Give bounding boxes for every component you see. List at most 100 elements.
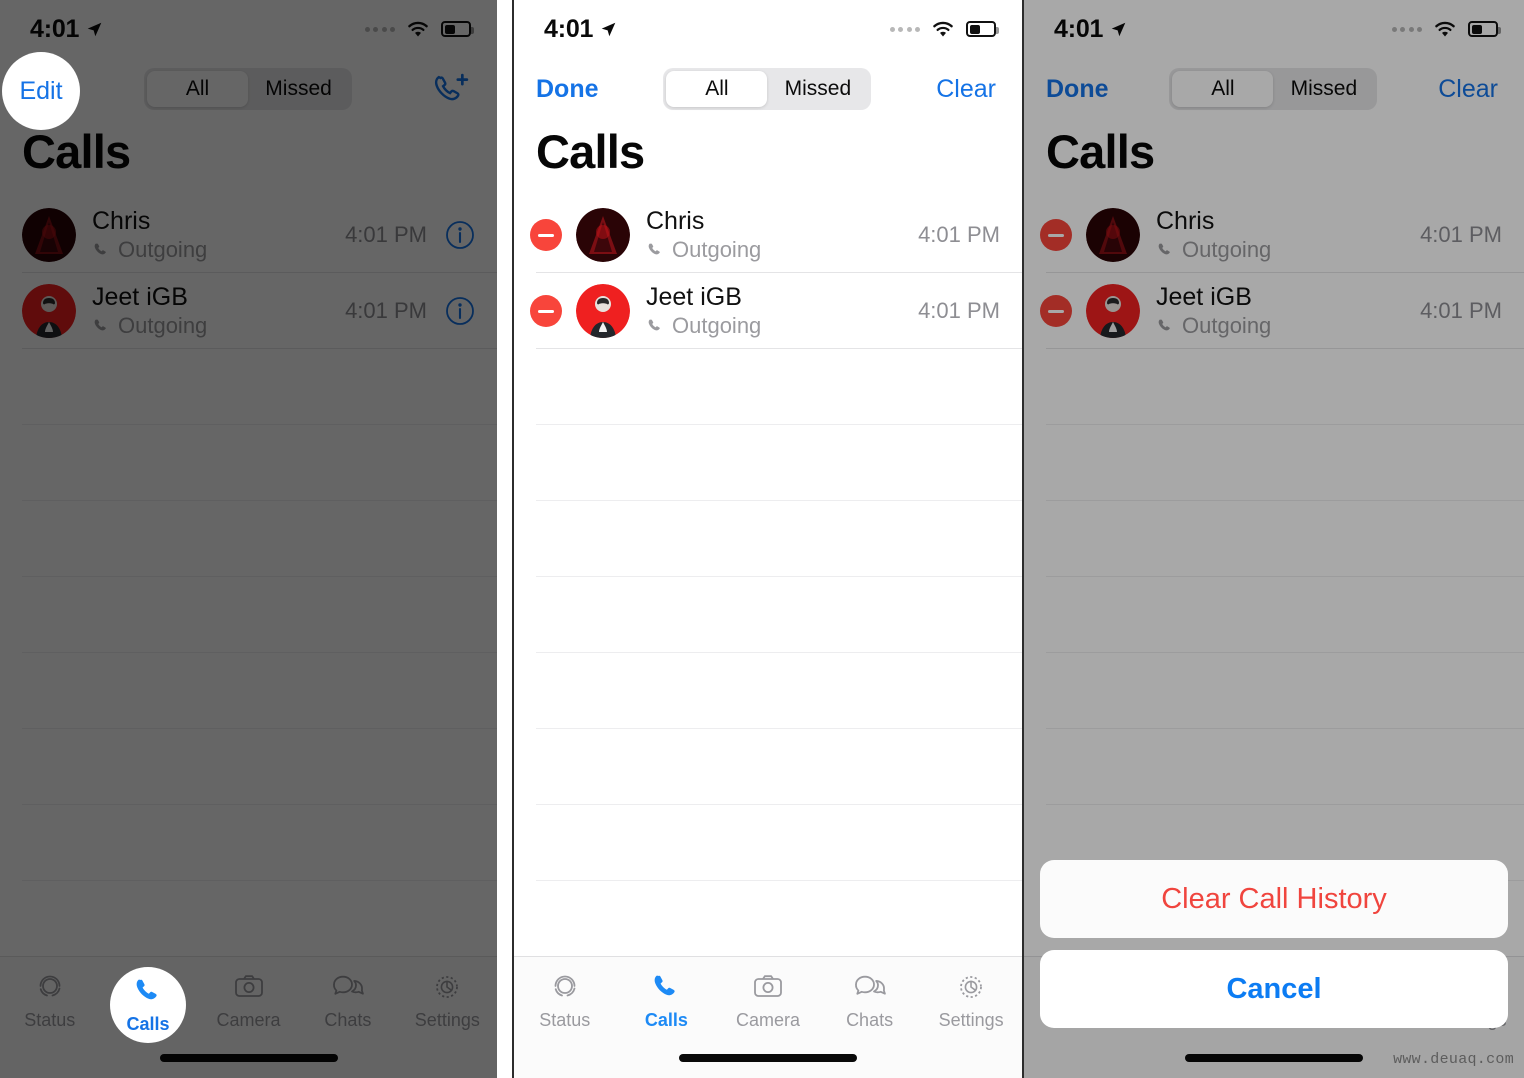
direction-label: Outgoing	[1182, 237, 1272, 263]
segment-missed[interactable]: Missed	[248, 71, 349, 107]
row-content: Chris Outgoing	[1156, 207, 1408, 264]
direction-label: Outgoing	[672, 313, 762, 339]
tab-label: Status	[24, 1010, 76, 1030]
filter-segmented-control[interactable]: All Missed	[663, 68, 872, 110]
contact-name: Jeet iGB	[1156, 282, 1252, 311]
battery-icon	[966, 21, 999, 37]
nav-bar: Done All Missed Clear	[1024, 58, 1524, 120]
status-bar: 4:01	[0, 0, 497, 58]
call-direction: Outgoing	[92, 237, 333, 263]
tab-camera[interactable]: Camera	[717, 971, 819, 1031]
tab-chats[interactable]: Chats	[298, 971, 397, 1031]
avatar	[1086, 284, 1140, 338]
tab-calls[interactable]: Calls	[616, 971, 718, 1031]
location-arrow-icon	[1111, 22, 1126, 36]
table-row[interactable]: Chris Outgoing 4:01 PM	[1024, 197, 1524, 273]
filter-segmented-control[interactable]: All Missed	[1169, 68, 1378, 110]
avatar	[576, 284, 630, 338]
minus-circle-icon[interactable]	[530, 295, 562, 327]
table-row[interactable]: Jeet iGB Outgoing 4:01 PM	[0, 273, 497, 349]
tab-status[interactable]: Status	[0, 971, 99, 1031]
segment-missed[interactable]: Missed	[1273, 71, 1374, 107]
avatar	[22, 208, 76, 262]
contact-name: Jeet iGB	[92, 282, 188, 311]
panel-1-calls-list: 4:01 Edit All Missed	[0, 0, 497, 1078]
segment-all[interactable]: All	[1172, 71, 1274, 107]
empty-row	[0, 805, 497, 881]
row-content: Chris Outgoing	[646, 207, 906, 264]
empty-row	[514, 501, 1022, 577]
cancel-button[interactable]: Cancel	[1040, 950, 1508, 1028]
tab-chats[interactable]: Chats	[819, 971, 921, 1031]
chat-bubbles-icon	[854, 975, 886, 995]
empty-row	[514, 349, 1022, 425]
table-row[interactable]: Chris Outgoing 4:01 PM	[0, 197, 497, 273]
tab-label: Status	[539, 1010, 591, 1030]
calls-list: Chris Outgoing 4:01 PM Jeet iGB Outgoing…	[0, 197, 497, 957]
call-direction: Outgoing	[1156, 313, 1408, 339]
status-bar: 4:01	[1024, 0, 1524, 58]
page-title: Calls	[22, 125, 131, 178]
filter-segmented-control[interactable]: All Missed	[144, 68, 353, 110]
segment-all[interactable]: All	[147, 71, 249, 107]
clear-call-history-button[interactable]: Clear Call History	[1040, 860, 1508, 938]
edit-button-spotlight[interactable]: Edit	[2, 52, 80, 130]
wifi-icon	[408, 21, 428, 37]
done-button[interactable]: Done	[1046, 75, 1109, 104]
done-button[interactable]: Done	[536, 75, 599, 104]
contact-name: Chris	[1156, 206, 1215, 235]
call-direction: Outgoing	[646, 313, 906, 339]
call-time: 4:01 PM	[918, 298, 1000, 323]
call-time: 4:01 PM	[918, 222, 1000, 247]
clear-button[interactable]: Clear	[936, 75, 996, 104]
table-row[interactable]: Jeet iGB Outgoing 4:01 PM	[1024, 273, 1524, 349]
row-content: Chris Outgoing	[92, 207, 333, 264]
tab-settings[interactable]: Settings	[398, 971, 497, 1031]
table-row[interactable]: Jeet iGB Outgoing 4:01 PM	[514, 273, 1022, 349]
calls-list: Chris Outgoing 4:01 PM Jeet iGB Outgoing…	[1024, 197, 1524, 957]
call-time: 4:01 PM	[1420, 222, 1502, 247]
status-rings-icon	[39, 975, 61, 997]
empty-rows	[0, 349, 497, 957]
empty-row	[1024, 349, 1524, 425]
row-content: Jeet iGB Outgoing	[92, 283, 333, 340]
call-direction: Outgoing	[92, 313, 333, 339]
camera-icon	[234, 975, 263, 997]
segment-all[interactable]: All	[666, 71, 768, 107]
battery-icon	[1468, 21, 1501, 37]
tab-settings[interactable]: Settings	[920, 971, 1022, 1031]
calls-list: Chris Outgoing 4:01 PM Jeet iGB Outgoing…	[514, 197, 1022, 957]
empty-row	[0, 349, 497, 425]
status-bar-left: 4:01	[1054, 15, 1127, 44]
battery-icon	[441, 21, 474, 37]
empty-row	[0, 501, 497, 577]
empty-row	[1024, 653, 1524, 729]
info-circle-icon[interactable]	[445, 296, 475, 326]
three-panel-screenshot: 4:01 Edit All Missed	[0, 0, 1524, 1078]
signal-dots-icon	[889, 26, 920, 32]
call-time: 4:01 PM	[345, 298, 427, 323]
direction-label: Outgoing	[118, 313, 208, 339]
tab-status[interactable]: Status	[514, 971, 616, 1031]
direction-label: Outgoing	[118, 237, 208, 263]
table-row[interactable]: Chris Outgoing 4:01 PM	[514, 197, 1022, 273]
calls-tab-spotlight[interactable]: Calls	[110, 967, 186, 1043]
empty-rows	[514, 349, 1022, 957]
phone-icon	[1158, 243, 1170, 255]
avatar	[22, 284, 76, 338]
call-time: 4:01 PM	[1420, 298, 1502, 323]
tab-label: Chats	[324, 1010, 372, 1030]
clear-button[interactable]: Clear	[1438, 75, 1498, 104]
minus-circle-icon[interactable]	[1040, 295, 1072, 327]
contact-name: Chris	[646, 206, 705, 235]
tab-camera[interactable]: Camera	[199, 971, 298, 1031]
segment-missed[interactable]: Missed	[767, 71, 868, 107]
minus-circle-icon[interactable]	[530, 219, 562, 251]
info-circle-icon[interactable]	[445, 220, 475, 250]
empty-row	[0, 577, 497, 653]
phone-plus-icon[interactable]	[431, 72, 471, 106]
page-title: Calls	[1046, 125, 1155, 178]
minus-circle-icon[interactable]	[1040, 219, 1072, 251]
empty-row	[1024, 577, 1524, 653]
tab-label: Settings	[414, 1010, 480, 1030]
